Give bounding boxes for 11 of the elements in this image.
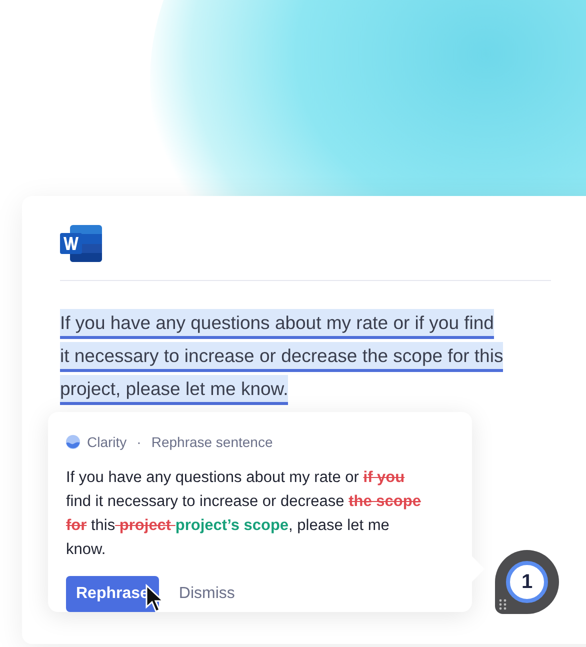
rephrase-button[interactable]: Rephrase (66, 576, 159, 612)
category-label: Clarity (87, 434, 127, 450)
grip-dots-icon (499, 599, 507, 610)
word-app-icon (60, 225, 102, 262)
assistant-badge[interactable]: 1 (495, 550, 559, 614)
suggestion-title: Rephrase sentence (151, 434, 273, 450)
clarity-icon (66, 435, 80, 449)
dismiss-button[interactable]: Dismiss (168, 576, 245, 612)
issue-count: 1 (506, 561, 548, 603)
separator-dot: · (136, 434, 142, 450)
suggested-rewrite: If you have any questions about my rate or if you find it necessary to increase or decrease the scope for this project project’s scope, please let me know. (66, 468, 422, 560)
